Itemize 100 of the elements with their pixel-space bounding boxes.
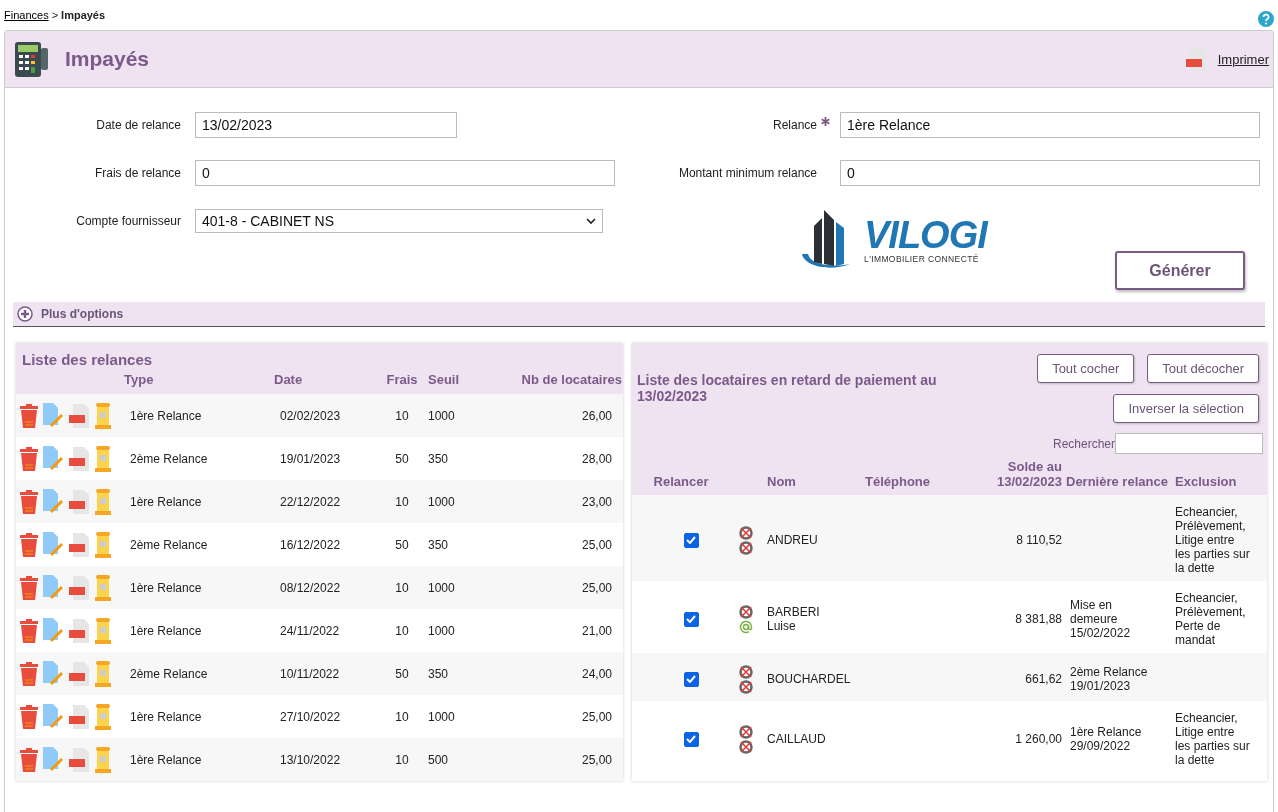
page-title: Impayés — [65, 47, 150, 71]
table-cell-text: 24,00 — [580, 666, 613, 681]
trash-icon[interactable] — [20, 575, 38, 600]
table-cell-text: 1000 — [427, 623, 456, 638]
pdf-icon[interactable] — [68, 403, 90, 428]
column-header: Relancer — [652, 474, 710, 489]
no-contact-icon — [739, 664, 753, 679]
invert-selection-button[interactable]: Inverser la sélection — [1113, 394, 1259, 423]
search-field[interactable] — [1115, 433, 1263, 454]
breadcrumb-link[interactable]: Finances — [4, 9, 49, 21]
edit-document-icon[interactable] — [42, 747, 64, 772]
input-field[interactable]: 0 — [840, 160, 1260, 186]
mailbox-icon[interactable] — [94, 445, 112, 472]
help-icon[interactable] — [1258, 11, 1274, 27]
table-cell-text: 25,00 — [580, 752, 613, 767]
table-cell-text: 50 — [394, 537, 410, 552]
pdf-icon[interactable] — [68, 489, 90, 514]
table-cell-text: 1ère Relance — [129, 494, 203, 509]
options-bar[interactable]: Plus d'options — [13, 302, 1265, 327]
checkbox[interactable] — [683, 731, 699, 747]
table-cell-text: 24/11/2022 — [279, 623, 341, 638]
uncheck-all-button[interactable]: Tout décocher — [1147, 354, 1259, 383]
trash-icon[interactable] — [20, 532, 38, 557]
check-all-button[interactable]: Tout cocher — [1037, 354, 1135, 383]
pdf-icon[interactable] — [1185, 47, 1208, 71]
edit-document-icon[interactable] — [42, 489, 64, 514]
supplier-select[interactable]: 401-8 - CABINET NS — [195, 209, 603, 233]
pdf-icon[interactable] — [68, 575, 90, 600]
tenant-name: ANDREU — [767, 533, 819, 547]
pdf-icon[interactable] — [68, 532, 90, 557]
payment-terminal-icon — [15, 40, 49, 78]
options-label: Plus d'options — [41, 307, 124, 321]
table-cell-text: 25,00 — [580, 580, 613, 595]
table-cell-text: 13/10/2022 — [279, 752, 342, 767]
mailbox-icon[interactable] — [94, 703, 112, 730]
pdf-icon[interactable] — [68, 661, 90, 686]
required-asterisk-icon — [821, 116, 830, 126]
no-contact-icon — [739, 679, 753, 694]
column-header: Seuil — [427, 372, 461, 387]
no-contact-icon — [739, 540, 753, 555]
table-cell-text: 26,00 — [580, 408, 613, 423]
print-link[interactable]: Imprimer — [1217, 51, 1269, 67]
tenant-name: CAILLAUD — [767, 732, 827, 746]
mailbox-icon[interactable] — [94, 660, 112, 687]
edit-document-icon[interactable] — [42, 661, 64, 686]
mailbox-icon[interactable] — [94, 488, 112, 515]
checkbox[interactable] — [683, 671, 699, 687]
trash-icon[interactable] — [20, 489, 38, 514]
no-contact-icon — [739, 739, 753, 754]
edit-document-icon[interactable] — [42, 403, 64, 428]
last-reminder-cell-text: Mise en demeure 15/02/2022 — [1069, 598, 1132, 640]
edit-document-icon[interactable] — [42, 532, 64, 557]
logo-tagline: L'IMMOBILIER CONNECTÉ — [864, 254, 980, 264]
pdf-icon[interactable] — [68, 704, 90, 729]
trash-icon[interactable] — [20, 747, 38, 772]
trash-icon[interactable] — [20, 618, 38, 643]
table-cell-text: 50 — [394, 666, 410, 681]
table-cell-text: 350 — [427, 537, 450, 552]
input-field[interactable]: 1ère Relance — [840, 112, 1260, 138]
table-cell-text: 1ère Relance — [129, 408, 203, 423]
table-cell-text: 10/11/2022 — [279, 666, 341, 681]
generate-button[interactable]: Générer — [1115, 251, 1245, 290]
trash-icon[interactable] — [20, 704, 38, 729]
table-cell-text: 1ère Relance — [129, 752, 203, 767]
table-cell-text: 22/12/2022 — [279, 494, 342, 509]
table-cell-text: 10 — [394, 752, 410, 767]
checkbox[interactable] — [683, 532, 699, 548]
table-cell-text: 1000 — [427, 494, 456, 509]
edit-document-icon[interactable] — [42, 704, 64, 729]
balance-cell-text: 661,62 — [1024, 672, 1062, 686]
trash-icon[interactable] — [20, 446, 38, 471]
mailbox-icon[interactable] — [94, 531, 112, 558]
table-cell-text: 10 — [394, 580, 410, 595]
balance-cell-text: 8 381,88 — [1014, 612, 1062, 626]
edit-document-icon[interactable] — [42, 618, 64, 643]
no-contact-icon — [739, 525, 753, 540]
pdf-icon[interactable] — [68, 747, 90, 772]
balance-cell-text: 1 260,00 — [1014, 732, 1062, 746]
column-header: Nb de locataires — [520, 372, 622, 387]
column-header: Exclusion — [1175, 475, 1238, 489]
input-field[interactable]: 0 — [195, 160, 615, 186]
expand-plus-icon — [17, 306, 33, 322]
table-cell-text: 19/01/2023 — [279, 451, 342, 466]
pdf-icon[interactable] — [68, 618, 90, 643]
mailbox-icon[interactable] — [94, 574, 112, 601]
edit-document-icon[interactable] — [42, 575, 64, 600]
breadcrumb-separator: > — [51, 9, 59, 21]
edit-document-icon[interactable] — [42, 446, 64, 471]
trash-icon[interactable] — [20, 403, 38, 428]
pdf-icon[interactable] — [68, 446, 90, 471]
input-field[interactable]: 13/02/2023 — [195, 112, 457, 138]
mailbox-icon[interactable] — [94, 617, 112, 644]
field-label: Date de relance — [95, 118, 182, 132]
mailbox-icon[interactable] — [94, 746, 112, 773]
table-cell-text: 1ère Relance — [129, 580, 203, 595]
no-contact-icon — [739, 604, 753, 619]
checkbox[interactable] — [683, 611, 699, 627]
mailbox-icon[interactable] — [94, 402, 112, 429]
trash-icon[interactable] — [20, 661, 38, 686]
tenant-name: BARBERI Luise — [767, 605, 821, 633]
